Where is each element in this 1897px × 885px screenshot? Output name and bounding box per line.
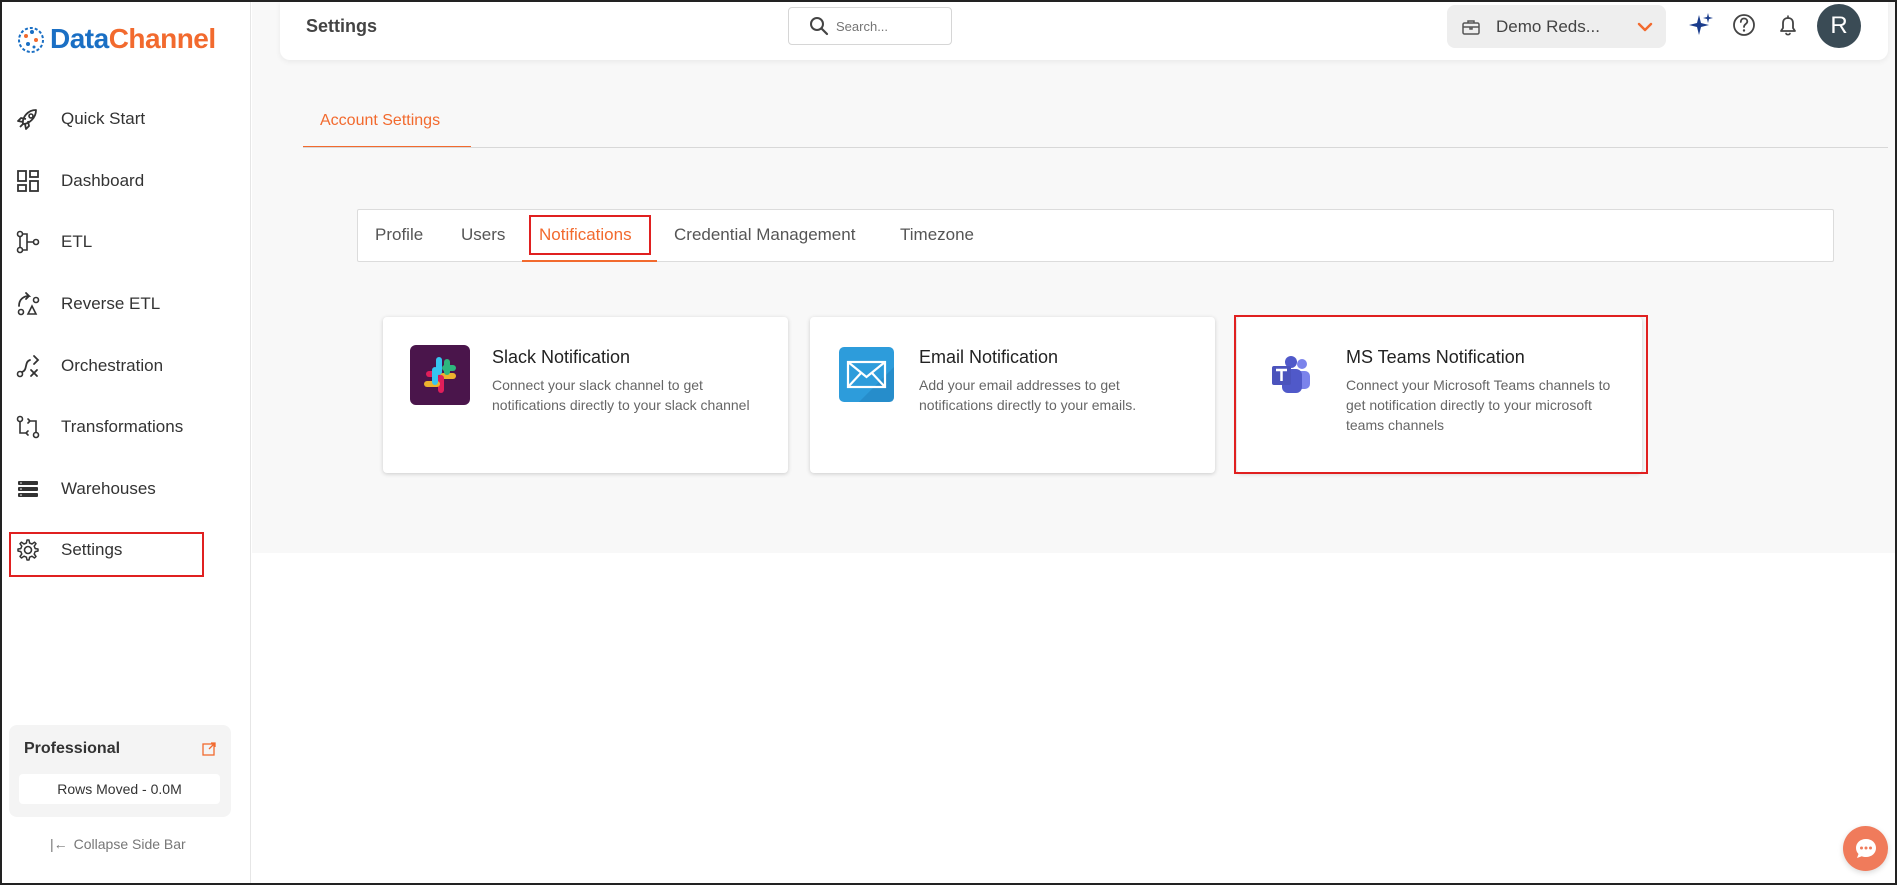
briefcase-icon: [1462, 19, 1480, 35]
active-tab-underline: [522, 260, 657, 262]
workspace-select[interactable]: Demo Reds...: [1447, 5, 1666, 48]
tab-timezone[interactable]: Timezone: [900, 225, 974, 245]
etl-flow-icon: [16, 230, 40, 254]
sidebar-item-label: Quick Start: [61, 109, 146, 128]
card-description: Connect your Microsoft Teams channels to…: [1346, 377, 1611, 433]
search-box[interactable]: [788, 7, 952, 45]
top-header: Settings Demo Reds... R: [280, 0, 1888, 60]
email-icon: [839, 347, 894, 402]
card-title: Slack Notification: [492, 347, 631, 367]
sidebar-item-reverse-etl[interactable]: Reverse ETL: [14, 284, 244, 324]
sidebar-item-label: Dashboard: [61, 171, 145, 190]
sidebar-item-label: Orchestration: [61, 356, 164, 375]
tab-notifications[interactable]: Notifications: [539, 225, 632, 245]
warehouse-stack-icon: [18, 481, 38, 497]
avatar[interactable]: R: [1817, 4, 1861, 48]
logo-text: DataChannel: [50, 23, 216, 54]
card-title: Email Notification: [919, 347, 1059, 367]
tab-account-settings[interactable]: Account Settings: [303, 98, 471, 148]
sidebar-item-settings[interactable]: Settings: [14, 530, 244, 570]
plan-box: Professional Rows Moved - 0.0M: [9, 725, 231, 817]
sidebar-item-label: Reverse ETL: [61, 294, 161, 313]
sidebar-item-warehouses[interactable]: Warehouses: [14, 469, 244, 509]
collapse-label: Collapse Side Bar: [73, 836, 186, 852]
gear-icon: [17, 539, 39, 561]
sidebar-item-label: ETL: [61, 232, 93, 251]
sidebar-item-label: Warehouses: [61, 479, 156, 498]
rows-moved: Rows Moved - 0.0M: [19, 774, 220, 804]
workspace-name: Demo Reds...: [1496, 16, 1600, 36]
sidebar-item-transformations[interactable]: Transformations: [14, 407, 244, 447]
collapse-arrow-icon: |←: [50, 836, 68, 852]
logo[interactable]: DataChannel: [16, 22, 216, 56]
external-link-icon[interactable]: [201, 741, 217, 757]
chat-icon: [1855, 838, 1876, 858]
sidebar-item-orchestration[interactable]: Orchestration: [14, 346, 244, 386]
chat-support-button[interactable]: [1843, 826, 1888, 871]
sparkle-ai-icon[interactable]: [1687, 11, 1715, 39]
sidebar-item-quick-start[interactable]: Quick Start: [14, 99, 244, 139]
tab-users[interactable]: Users: [461, 225, 505, 245]
sidebar-item-label: Settings: [61, 540, 123, 559]
chevron-down-icon: [1637, 22, 1653, 32]
settings-subtabs: Profile Users Notifications Credential M…: [357, 209, 1834, 262]
orchestration-icon: [16, 355, 40, 378]
reverse-etl-icon: [17, 292, 40, 316]
sidebar-item-etl[interactable]: ETL: [14, 222, 244, 262]
sidebar-item-label: Transformations: [61, 417, 184, 436]
logo-icon: [18, 27, 44, 53]
card-title: MS Teams Notification: [1346, 347, 1525, 367]
ms-teams-notification-card[interactable]: MS Teams Notification Connect your Micro…: [1237, 317, 1642, 473]
bell-icon[interactable]: [1774, 11, 1802, 39]
card-description: Add your email addresses to get notifica…: [919, 377, 1137, 413]
dashboard-grid-icon: [17, 170, 39, 192]
email-notification-card[interactable]: Email Notification Add your email addres…: [810, 317, 1215, 473]
card-description: Connect your slack channel to get notifi…: [492, 377, 750, 413]
rocket-icon: [17, 109, 37, 130]
tab-profile[interactable]: Profile: [375, 225, 423, 245]
tabs-divider: [303, 147, 1888, 148]
help-icon[interactable]: [1730, 11, 1758, 39]
sidebar-item-dashboard[interactable]: Dashboard: [14, 161, 244, 201]
sidebar: DataChannel Quick Start Dashboard ETL Re…: [0, 0, 251, 885]
search-input[interactable]: [836, 18, 946, 34]
ms-teams-icon: [1272, 356, 1310, 393]
tab-credential-management[interactable]: Credential Management: [674, 225, 855, 245]
slack-icon: [410, 345, 470, 405]
page-title: Settings: [306, 16, 378, 36]
collapse-sidebar-button[interactable]: |← Collapse Side Bar: [50, 836, 186, 852]
transformations-icon: [16, 415, 40, 439]
slack-notification-card[interactable]: Slack Notification Connect your slack ch…: [383, 317, 788, 473]
search-icon: [810, 17, 829, 36]
plan-title: Professional: [24, 740, 121, 757]
